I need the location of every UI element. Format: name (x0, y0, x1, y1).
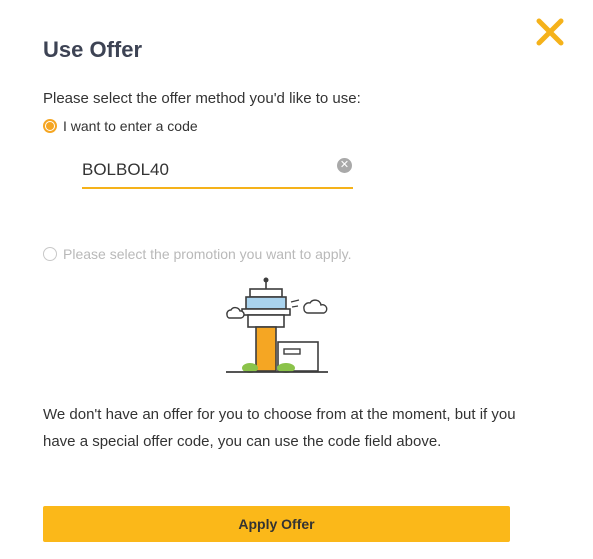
control-tower-illustration (226, 277, 328, 373)
clear-icon[interactable]: ✕ (337, 158, 352, 173)
select-promotion-label: Please select the promotion you want to … (63, 246, 352, 262)
enter-code-radio[interactable] (43, 119, 57, 133)
close-button[interactable] (533, 15, 567, 49)
no-offers-message: We don't have an offer for you to choose… (43, 406, 516, 450)
dialog-title: Use Offer (43, 37, 143, 62)
offer-code-input[interactable] (82, 160, 322, 180)
enter-code-option[interactable]: I want to enter a code (43, 118, 198, 134)
select-promotion-option[interactable]: Please select the promotion you want to … (43, 246, 351, 262)
apply-offer-button[interactable]: Apply Offer (43, 506, 510, 542)
offer-method-prompt: Please select the offer method you'd lik… (43, 90, 361, 107)
select-promotion-radio[interactable] (43, 247, 57, 261)
close-icon (536, 18, 564, 46)
offer-code-field: ✕ (82, 154, 353, 189)
enter-code-label: I want to enter a code (63, 118, 198, 134)
